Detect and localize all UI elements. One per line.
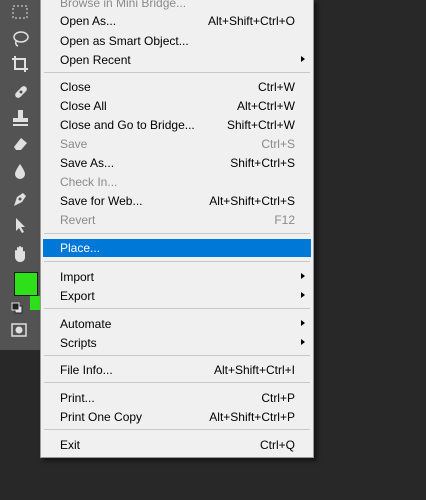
menu-item-label: Export — [60, 289, 95, 303]
menu-item-save-as[interactable]: Save As... Shift+Ctrl+S — [43, 154, 311, 172]
menu-separator — [44, 233, 310, 234]
menu-item-check-in[interactable]: Check In... — [43, 173, 311, 191]
menu-separator — [44, 308, 310, 309]
menu-item-shortcut: Alt+Ctrl+W — [236, 99, 295, 113]
path-selection-icon[interactable] — [7, 214, 33, 236]
background-color-swatch[interactable] — [30, 296, 40, 310]
menu-item-open-as-smart-object[interactable]: Open as Smart Object... — [43, 32, 311, 50]
quick-mask-icon[interactable] — [10, 322, 28, 338]
menu-item-label: Scripts — [60, 336, 97, 350]
menu-item-label: Print... — [60, 391, 95, 405]
menu-item-save[interactable]: Save Ctrl+S — [43, 135, 311, 153]
crop-icon[interactable] — [7, 53, 33, 75]
tools-panel — [0, 0, 41, 350]
menu-item-shortcut: Alt+Shift+Ctrl+O — [207, 14, 295, 28]
menu-item-label: Open Recent — [60, 53, 131, 67]
menu-item-save-for-web[interactable]: Save for Web... Alt+Shift+Ctrl+S — [43, 192, 311, 210]
menu-item-label: File Info... — [60, 363, 113, 377]
menu-item-label: Close and Go to Bridge... — [60, 118, 195, 132]
menu-item-label: Automate — [60, 317, 112, 331]
menu-item-label: Revert — [60, 213, 96, 227]
foreground-color-swatch[interactable] — [14, 272, 38, 296]
rectangular-marquee-icon[interactable] — [7, 1, 33, 23]
menu-item-shortcut: Alt+Shift+Ctrl+I — [213, 363, 295, 377]
menu-item-label: Import — [60, 270, 95, 284]
menu-item-shortcut: F12 — [274, 213, 295, 227]
menu-item-place[interactable]: Place... — [43, 239, 311, 257]
menu-item-shortcut: Ctrl+W — [258, 80, 295, 94]
menu-item-shortcut: Alt+Shift+Ctrl+S — [209, 194, 295, 208]
menu-item-revert[interactable]: Revert F12 — [43, 211, 311, 229]
menu-item-automate[interactable]: Automate — [43, 315, 311, 333]
menu-separator — [44, 72, 310, 73]
menu-item-export[interactable]: Export — [43, 287, 311, 305]
menu-item-open-as[interactable]: Open As... Alt+Shift+Ctrl+O — [43, 12, 311, 30]
lasso-icon[interactable] — [7, 28, 33, 50]
menu-item-shortcut: Ctrl+Q — [259, 438, 295, 452]
menu-separator — [44, 261, 310, 262]
menu-item-shortcut: Alt+Shift+Ctrl+P — [209, 410, 295, 424]
file-menu: Browse in Mini Bridge... Open As... Alt+… — [40, 0, 314, 458]
menu-item-label: Save As... — [60, 156, 115, 170]
clone-stamp-icon[interactable] — [7, 107, 33, 129]
menu-item-close-and-go-to-bridge[interactable]: Close and Go to Bridge... Shift+Ctrl+W — [43, 116, 311, 134]
menu-item-exit[interactable]: Exit Ctrl+Q — [43, 436, 311, 454]
blur-icon[interactable] — [7, 160, 33, 182]
menu-item-close[interactable]: Close Ctrl+W — [43, 78, 311, 96]
menu-item-print[interactable]: Print... Ctrl+P — [43, 389, 311, 407]
submenu-arrow-icon — [301, 339, 305, 345]
menu-item-shortcut: Shift+Ctrl+S — [230, 156, 295, 170]
menu-item-label: Save — [60, 137, 88, 151]
menu-item-label: Open as Smart Object... — [60, 34, 189, 48]
menu-item-print-one-copy[interactable]: Print One Copy Alt+Shift+Ctrl+P — [43, 408, 311, 426]
menu-item-label: Place... — [60, 241, 101, 255]
menu-item-label: Exit — [60, 438, 81, 452]
submenu-arrow-icon — [301, 56, 305, 62]
menu-item-scripts[interactable]: Scripts — [43, 334, 311, 352]
menu-item-label: Print One Copy — [60, 410, 143, 424]
menu-item-label: Open As... — [60, 14, 117, 28]
menu-item-label: Save for Web... — [60, 194, 143, 208]
menu-separator — [44, 382, 310, 383]
menu-item-file-info[interactable]: File Info... Alt+Shift+Ctrl+I — [43, 361, 311, 379]
healing-brush-icon[interactable] — [7, 81, 33, 103]
pen-icon[interactable] — [7, 188, 33, 210]
hand-icon[interactable] — [7, 243, 33, 265]
menu-item-shortcut: Ctrl+P — [261, 391, 295, 405]
menu-item-close-all[interactable]: Close All Alt+Ctrl+W — [43, 97, 311, 115]
menu-item-label: Close All — [60, 99, 107, 113]
menu-item-open-recent[interactable]: Open Recent — [43, 51, 311, 69]
menu-item-browse-in-mini-bridge[interactable]: Browse in Mini Bridge... — [43, 0, 311, 12]
submenu-arrow-icon — [301, 292, 305, 298]
menu-item-import[interactable]: Import — [43, 268, 311, 286]
eraser-icon[interactable] — [7, 132, 33, 154]
menu-item-label: Close — [60, 80, 91, 94]
menu-item-label: Check In... — [60, 175, 118, 189]
menu-item-shortcut: Ctrl+S — [261, 137, 295, 151]
menu-item-shortcut: Shift+Ctrl+W — [226, 118, 295, 132]
submenu-arrow-icon — [301, 273, 305, 279]
menu-separator — [44, 355, 310, 356]
menu-item-label: Browse in Mini Bridge... — [60, 0, 187, 10]
default-colors-icon[interactable] — [9, 300, 25, 316]
submenu-arrow-icon — [301, 320, 305, 326]
menu-separator — [44, 429, 310, 430]
